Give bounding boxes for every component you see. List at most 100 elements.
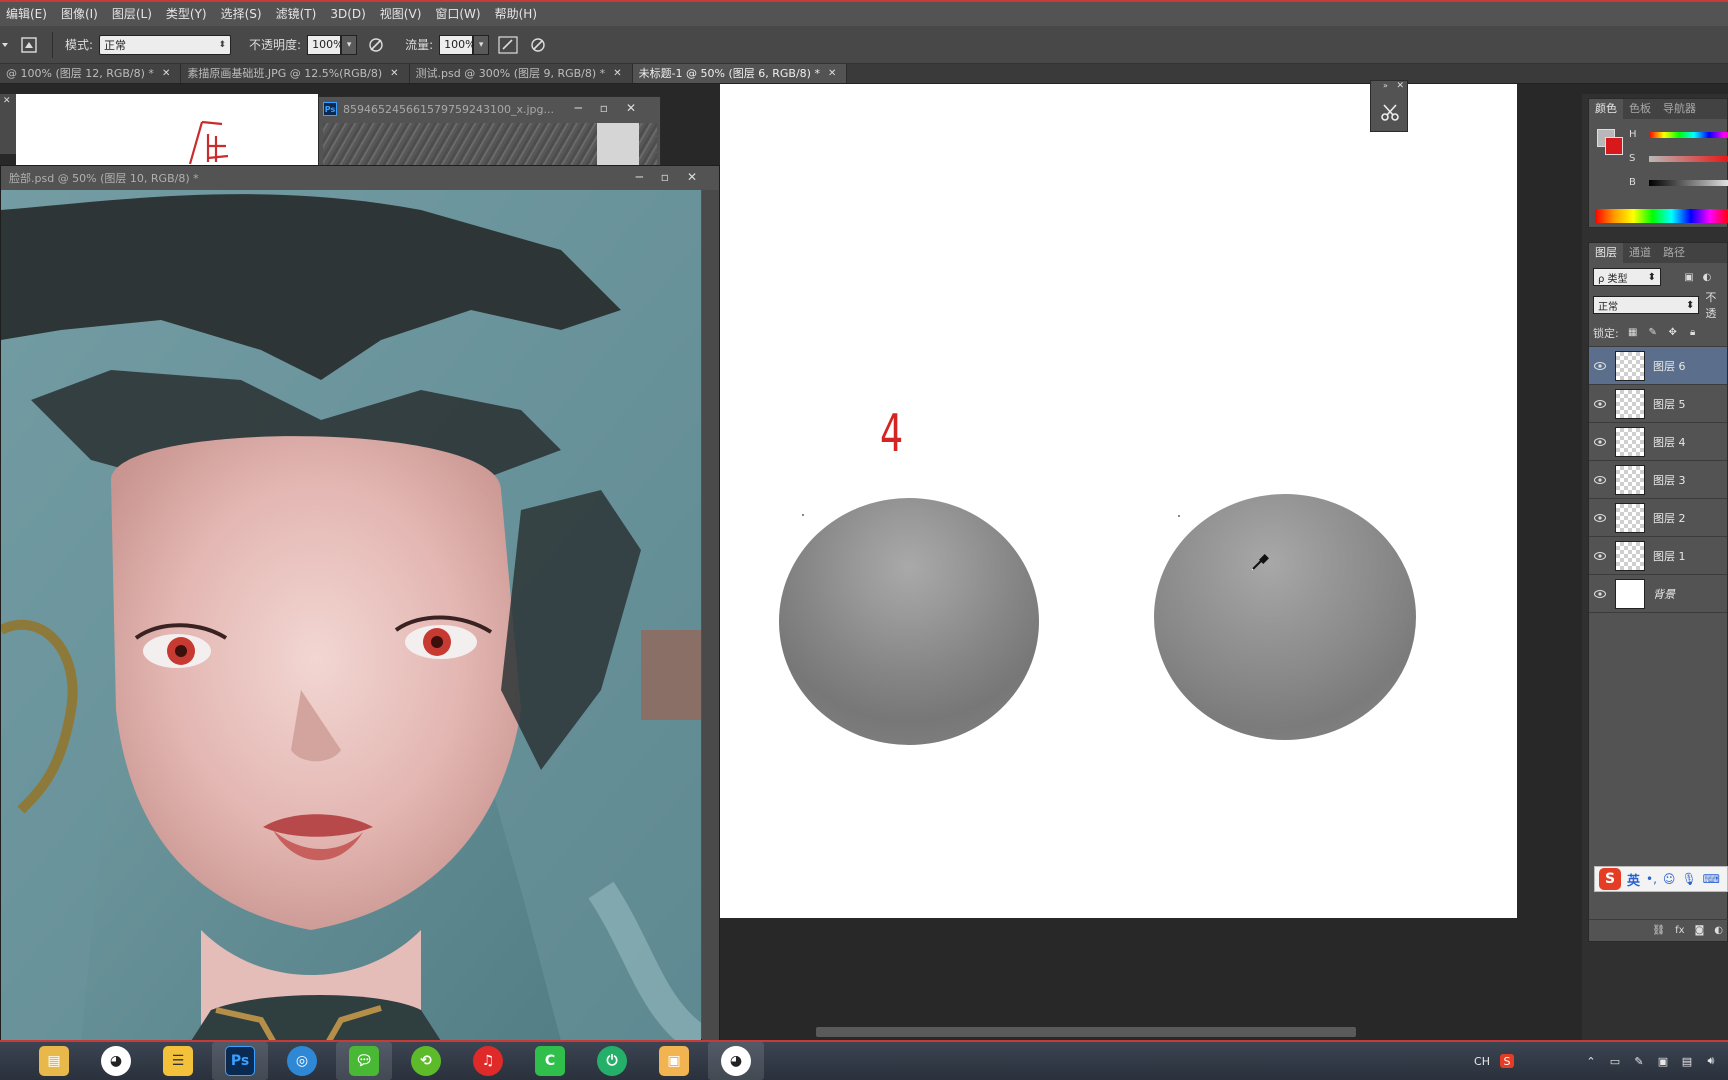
menu-view[interactable]: 视图(V) (380, 3, 422, 25)
menu-image[interactable]: 图像(I) (61, 3, 98, 25)
eye-icon[interactable] (1589, 399, 1611, 408)
close-icon[interactable]: ✕ (626, 101, 636, 115)
close-icon[interactable]: ✕ (613, 64, 621, 83)
hue-slider[interactable] (1649, 131, 1728, 138)
layer-row[interactable]: 图层 2 (1589, 499, 1727, 537)
tab-swatches[interactable]: 色板 (1623, 99, 1657, 119)
face-window-scrollbar[interactable] (702, 190, 719, 1041)
eye-icon[interactable] (1589, 437, 1611, 446)
menu-edit[interactable]: 编辑(E) (6, 3, 47, 25)
image-filter-icon[interactable]: ▣ (1683, 271, 1695, 283)
pressure-size-icon[interactable] (527, 34, 549, 56)
layer-row-background[interactable]: 背景 (1589, 575, 1727, 613)
minimize-icon[interactable]: ─ (636, 170, 643, 184)
close-icon[interactable]: ✕ (828, 64, 836, 83)
taskbar-green-app-3[interactable]: ⏻ (584, 1042, 640, 1080)
menu-filter[interactable]: 滤镜(T) (276, 3, 317, 25)
doc-tab-1[interactable]: @ 100% (图层 12, RGB/8) * ✕ (0, 64, 182, 83)
eye-icon[interactable] (1589, 361, 1611, 370)
layer-row[interactable]: 图层 1 (1589, 537, 1727, 575)
tab-paths[interactable]: 路径 (1657, 243, 1691, 263)
link-layers-icon[interactable]: ⛓ (1652, 925, 1665, 936)
mode-select[interactable]: 正常 ⬍ (99, 34, 232, 55)
tab-channels[interactable]: 通道 (1623, 243, 1657, 263)
sogou-tray-icon[interactable]: S (1500, 1054, 1514, 1068)
ime-toolbar[interactable]: S 英 •, ☺ 🎙︎ ⌨ (1594, 866, 1728, 892)
taskbar-green-app-2[interactable]: C (522, 1042, 578, 1080)
eye-icon[interactable] (1589, 513, 1611, 522)
opacity-input[interactable]: 100% (307, 34, 344, 55)
face-window-titlebar[interactable]: 脸部.psd @ 50% (图层 10, RGB/8) * (1, 166, 719, 190)
eye-icon[interactable] (1589, 589, 1611, 598)
layer-style-fx-icon[interactable]: fx (1675, 925, 1684, 936)
taskbar-browser[interactable]: ◎ (274, 1042, 330, 1080)
taskbar-qq[interactable]: ◕ (88, 1042, 144, 1080)
keyboard-icon[interactable]: ⌨ (1703, 872, 1720, 886)
airbrush-icon[interactable] (497, 34, 519, 56)
menu-help[interactable]: 帮助(H) (495, 3, 537, 25)
add-mask-icon[interactable]: ◙ (1695, 925, 1705, 936)
layer-row[interactable]: 图层 6 (1589, 347, 1727, 385)
taskbar-netease-music[interactable]: ♫ (460, 1042, 516, 1080)
blend-mode-select[interactable]: 正常 ⬍ (1593, 296, 1700, 314)
ime-mode-label[interactable]: 英 (1627, 870, 1640, 889)
taskbar-notepad[interactable]: ☰ (150, 1042, 206, 1080)
flow-dropdown-icon[interactable]: ▾ (473, 34, 490, 55)
adjustment-layer-icon[interactable]: ◐ (1714, 925, 1723, 936)
close-icon[interactable]: ✕ (162, 64, 170, 83)
main-canvas[interactable]: 4 (720, 84, 1517, 918)
taskbar-file-explorer[interactable]: ▤ (26, 1042, 82, 1080)
adjustment-filter-icon[interactable]: ◐ (1701, 271, 1713, 283)
close-icon[interactable]: ✕ (3, 96, 11, 106)
brightness-slider[interactable] (1649, 179, 1728, 186)
show-hidden-icon[interactable]: ⌃ (1584, 1054, 1598, 1068)
action-center-icon[interactable]: ▤ (1680, 1054, 1694, 1068)
maximize-icon[interactable]: ▫ (600, 101, 608, 115)
photo-window-canvas[interactable] (323, 123, 657, 167)
left-window-canvas[interactable] (16, 94, 318, 166)
network-icon[interactable]: ▣ (1656, 1054, 1670, 1068)
taskbar-folder[interactable]: ▣ (646, 1042, 702, 1080)
color-spectrum-bar[interactable] (1595, 209, 1728, 223)
emoji-icon[interactable]: ☺ (1663, 872, 1676, 886)
volume-icon[interactable]: 🔊︎ (1704, 1054, 1718, 1068)
close-icon[interactable]: ✕ (390, 64, 398, 83)
menu-3d[interactable]: 3D(D) (330, 3, 365, 25)
close-icon[interactable]: ✕ (687, 170, 697, 184)
taskbar-qq-2[interactable]: ◕ (708, 1042, 764, 1080)
brush-panel-toggle-icon[interactable] (18, 34, 40, 56)
horizontal-scrollbar[interactable] (720, 1024, 1582, 1040)
lock-pixels-brush-icon[interactable]: ✎ (1647, 327, 1659, 339)
menu-window[interactable]: 窗口(W) (435, 3, 480, 25)
maximize-icon[interactable]: ▫ (661, 170, 669, 184)
doc-tab-4[interactable]: 未标题-1 @ 50% (图层 6, RGB/8) * ✕ (632, 64, 848, 83)
pen-tray-icon[interactable]: ✎ (1632, 1054, 1646, 1068)
scrollbar-thumb[interactable] (816, 1027, 1356, 1037)
photo-window[interactable]: Ps 859465245661579759243100_x.jpg... ─ ▫… (318, 96, 661, 167)
tab-navigator[interactable]: 导航器 (1657, 99, 1702, 119)
face-window[interactable]: 脸部.psd @ 50% (图层 10, RGB/8) * ─ ▫ ✕ (0, 165, 720, 1041)
menu-layer[interactable]: 图层(L) (112, 3, 152, 25)
opacity-dropdown-icon[interactable]: ▾ (341, 34, 358, 55)
tab-color[interactable]: 颜色 (1589, 99, 1623, 119)
tool-preset-dropdown-icon[interactable] (0, 34, 10, 56)
folder-tray-icon[interactable]: ▭ (1608, 1054, 1622, 1068)
doc-tab-2[interactable]: 素描原画基础班.JPG @ 12.5%(RGB/8) ✕ (181, 64, 410, 83)
doc-tab-3[interactable]: 测试.psd @ 300% (图层 9, RGB/8) * ✕ (409, 64, 633, 83)
menu-select[interactable]: 选择(S) (221, 3, 262, 25)
lock-all-padlock-icon[interactable]: 🔒︎ (1687, 327, 1699, 339)
punctuation-icon[interactable]: •, (1646, 872, 1657, 886)
layer-row[interactable]: 图层 3 (1589, 461, 1727, 499)
taskbar-green-app[interactable]: ⟲ (398, 1042, 454, 1080)
menu-type[interactable]: 类型(Y) (166, 3, 207, 25)
pressure-opacity-icon[interactable] (365, 34, 387, 56)
taskbar-wechat[interactable]: 💬︎ (336, 1042, 392, 1080)
microphone-icon[interactable]: 🎙︎ (1681, 872, 1696, 886)
expand-icon[interactable]: » (1383, 81, 1388, 90)
minimize-icon[interactable]: ─ (575, 101, 582, 115)
saturation-slider[interactable] (1649, 155, 1728, 162)
taskbar-photoshop[interactable]: Ps (212, 1042, 268, 1080)
start-edge[interactable] (0, 1042, 20, 1080)
eye-icon[interactable] (1589, 475, 1611, 484)
close-icon[interactable]: ✕ (1396, 81, 1404, 91)
